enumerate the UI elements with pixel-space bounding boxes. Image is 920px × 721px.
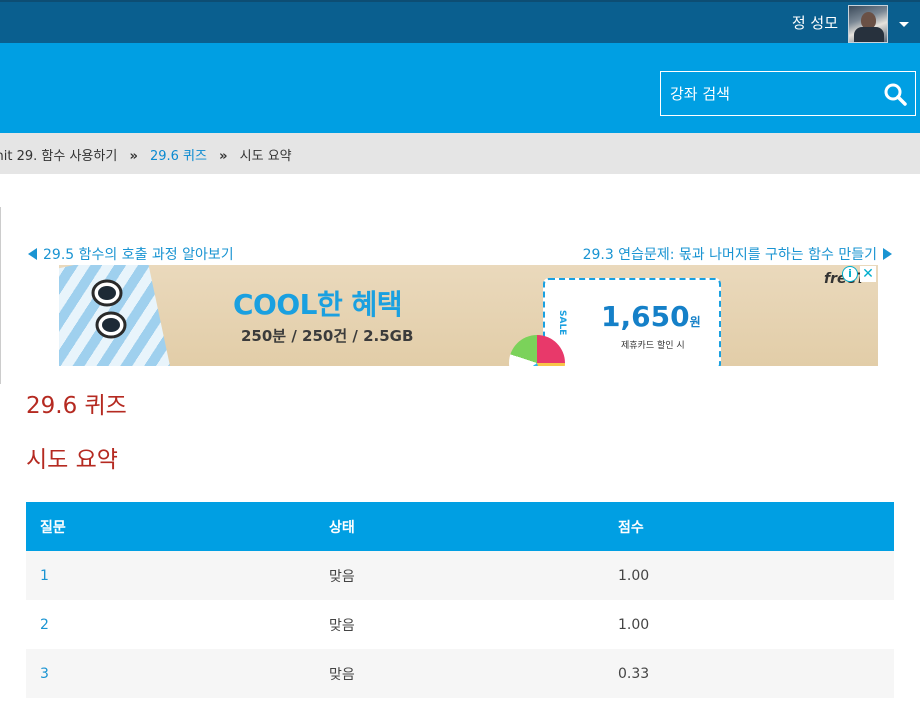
column-header-question: 질문 [26, 502, 315, 551]
breadcrumb-quiz-link[interactable]: 29.6 퀴즈 [150, 149, 207, 164]
site-header [0, 43, 920, 133]
ad-price: 1,650원 [601, 300, 701, 333]
question-cell: 2 [26, 600, 315, 649]
attempt-summary-table: 질문 상태 점수 1 맞음 1.00 2 맞음 1.00 3 맞음 0.33 [26, 502, 894, 698]
question-link[interactable]: 2 [40, 617, 49, 633]
top-bar: 정 성모 [0, 0, 920, 43]
status-cell: 맞음 [315, 600, 604, 649]
quiz-title: 29.6 퀴즈 [26, 393, 127, 419]
table-row: 1 맞음 1.00 [26, 551, 894, 600]
next-activity-link[interactable]: 29.3 연습문제: 몫과 나머지를 구하는 함수 만들기 [583, 244, 892, 264]
column-header-status: 상태 [315, 502, 604, 551]
table-row: 2 맞음 1.00 [26, 600, 894, 649]
ad-ticket: SALE 1,650원 제휴카드 할인 시 [543, 278, 721, 366]
left-divider [0, 207, 1, 384]
ad-info-icon[interactable]: i [842, 266, 858, 282]
question-cell: 1 [26, 551, 315, 600]
course-search [660, 71, 916, 116]
user-name[interactable]: 정 성모 [792, 12, 838, 33]
score-cell: 0.33 [604, 649, 894, 698]
breadcrumb: Unit 29. 함수 사용하기 » 29.6 퀴즈 » 시도 요약 [0, 133, 920, 174]
table-header-row: 질문 상태 점수 [26, 502, 894, 551]
breadcrumb-separator: » [129, 149, 138, 164]
ad-currency: 원 [689, 315, 701, 329]
sunglasses-icon [91, 279, 127, 339]
search-icon[interactable] [883, 82, 907, 106]
ad-price-value: 1,650 [601, 300, 690, 333]
prev-activity-label: 29.5 함수의 호출 과정 알아보기 [43, 247, 234, 263]
ad-subtitle: 250분 / 250건 / 2.5GB [241, 327, 414, 345]
triangle-right-icon [883, 248, 892, 260]
search-input[interactable] [661, 72, 871, 115]
chevron-down-icon[interactable] [899, 22, 909, 27]
breadcrumb-unit[interactable]: Unit 29. 함수 사용하기 [0, 149, 117, 164]
question-link[interactable]: 3 [40, 666, 49, 682]
ad-sale-label: SALE [557, 310, 567, 336]
next-activity-label: 29.3 연습문제: 몫과 나머지를 구하는 함수 만들기 [582, 247, 877, 263]
column-header-score: 점수 [604, 502, 894, 551]
question-cell: 3 [26, 649, 315, 698]
question-link[interactable]: 1 [40, 568, 49, 584]
breadcrumb-current: 시도 요약 [239, 149, 292, 164]
score-cell: 1.00 [604, 551, 894, 600]
ad-note: 제휴카드 할인 시 [621, 341, 685, 351]
score-cell: 1.00 [604, 600, 894, 649]
ad-banner[interactable]: COOL한 혜택 250분 / 250건 / 2.5GB SALE 1,650원… [59, 265, 878, 366]
ad-title: COOL한 혜택 [233, 288, 403, 321]
status-cell: 맞음 [315, 551, 604, 600]
avatar-body [854, 27, 884, 42]
triangle-left-icon [28, 248, 37, 260]
attempt-summary-title: 시도 요약 [26, 447, 118, 473]
avatar[interactable] [848, 5, 888, 43]
prev-activity-link[interactable]: 29.5 함수의 호출 과정 알아보기 [28, 244, 234, 264]
table-row: 3 맞음 0.33 [26, 649, 894, 698]
breadcrumb-separator: » [219, 149, 228, 164]
status-cell: 맞음 [315, 649, 604, 698]
ad-close-icon[interactable]: ✕ [860, 266, 876, 282]
